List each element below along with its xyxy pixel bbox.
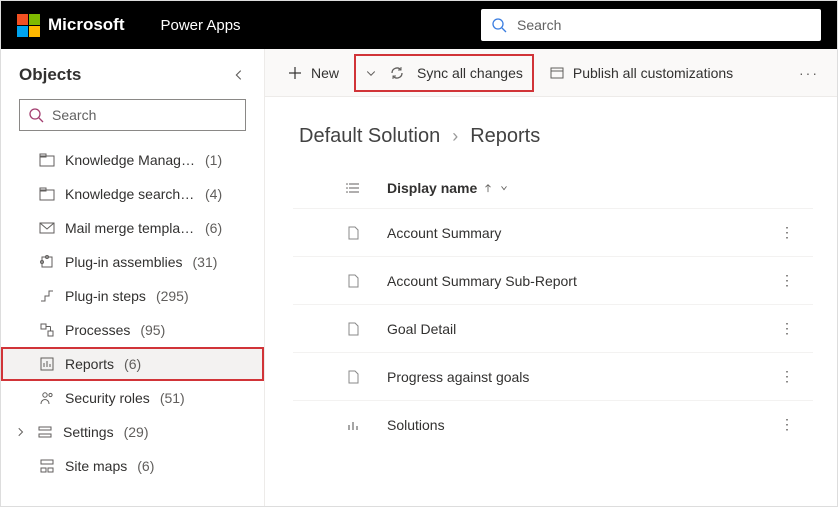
process-icon bbox=[39, 322, 55, 338]
search-placeholder: Search bbox=[52, 107, 96, 123]
chevron-right-icon bbox=[15, 426, 27, 438]
file-icon bbox=[345, 273, 361, 289]
row-more-icon[interactable]: ⋮ bbox=[762, 368, 813, 385]
app-label: Power Apps bbox=[161, 17, 241, 34]
table-row[interactable]: Goal Detail ⋮ bbox=[293, 304, 813, 352]
publish-icon bbox=[549, 65, 565, 81]
sidebar-title: Objects bbox=[19, 65, 81, 85]
sync-all-changes-button[interactable]: Sync all changes bbox=[355, 55, 533, 91]
puzzle-icon bbox=[39, 254, 55, 270]
sidebar-item-plugin-assemblies[interactable]: Plug-in assemblies(31) bbox=[1, 245, 264, 279]
collapse-icon[interactable] bbox=[232, 68, 246, 82]
sidebar-item-processes[interactable]: Processes(95) bbox=[1, 313, 264, 347]
steps-icon bbox=[39, 288, 55, 304]
sidebar-item-plugin-steps[interactable]: Plug-in steps(295) bbox=[1, 279, 264, 313]
new-button[interactable]: New bbox=[277, 55, 349, 91]
sidebar: Objects Search Knowledge Manage…(1) Know… bbox=[1, 49, 265, 506]
sidebar-item-security-roles[interactable]: Security roles(51) bbox=[1, 381, 264, 415]
row-more-icon[interactable]: ⋮ bbox=[762, 224, 813, 241]
breadcrumb: Default Solution › Reports bbox=[293, 125, 813, 148]
brand-label: Microsoft bbox=[48, 15, 125, 35]
table-row[interactable]: Solutions ⋮ bbox=[293, 400, 813, 448]
chart-icon bbox=[345, 417, 361, 433]
sync-icon bbox=[389, 65, 405, 81]
plus-icon bbox=[287, 65, 303, 81]
content-area: Default Solution › Reports Display name … bbox=[265, 97, 837, 506]
sidebar-item-site-maps[interactable]: Site maps(6) bbox=[1, 449, 264, 483]
sidebar-item-settings[interactable]: Settings(29) bbox=[1, 415, 264, 449]
table-row[interactable]: Account Summary ⋮ bbox=[293, 208, 813, 256]
global-search-input[interactable]: Search bbox=[481, 9, 821, 41]
chevron-down-icon bbox=[365, 67, 377, 79]
table-row[interactable]: Account Summary Sub-Report ⋮ bbox=[293, 256, 813, 304]
sitemap-icon bbox=[39, 458, 55, 474]
file-icon bbox=[345, 369, 361, 385]
publish-all-button[interactable]: Publish all customizations bbox=[539, 55, 743, 91]
settings-icon bbox=[37, 424, 53, 440]
search-icon bbox=[28, 107, 44, 123]
list-icon[interactable] bbox=[345, 180, 361, 196]
folder-icon bbox=[39, 186, 55, 202]
sidebar-item-mail-merge[interactable]: Mail merge templates(6) bbox=[1, 211, 264, 245]
objects-tree: Knowledge Manage…(1) Knowledge search fi… bbox=[1, 143, 264, 506]
row-more-icon[interactable]: ⋮ bbox=[762, 416, 813, 433]
breadcrumb-leaf: Reports bbox=[470, 125, 540, 148]
breadcrumb-root[interactable]: Default Solution bbox=[299, 125, 440, 148]
table-row[interactable]: Progress against goals ⋮ bbox=[293, 352, 813, 400]
column-display-name[interactable]: Display name bbox=[387, 180, 509, 196]
chevron-down-icon bbox=[499, 183, 509, 193]
sort-ascending-icon bbox=[483, 183, 493, 193]
command-bar: New Sync all changes Publish all customi… bbox=[265, 49, 837, 97]
sidebar-item-knowledge-manage[interactable]: Knowledge Manage…(1) bbox=[1, 143, 264, 177]
sidebar-item-knowledge-search[interactable]: Knowledge search fil…(4) bbox=[1, 177, 264, 211]
mail-icon bbox=[39, 220, 55, 236]
sidebar-item-reports[interactable]: Reports(6) bbox=[1, 347, 264, 381]
title-bar: Microsoft Power Apps Search bbox=[1, 1, 837, 49]
search-icon bbox=[491, 17, 507, 33]
folder-icon bbox=[39, 152, 55, 168]
ms-logo-icon bbox=[17, 14, 40, 37]
table-header: Display name bbox=[293, 168, 813, 208]
file-icon bbox=[345, 225, 361, 241]
file-icon bbox=[345, 321, 361, 337]
search-placeholder: Search bbox=[517, 17, 561, 33]
chevron-right-icon: › bbox=[452, 126, 458, 147]
people-icon bbox=[39, 390, 55, 406]
report-icon bbox=[39, 356, 55, 372]
row-more-icon[interactable]: ⋮ bbox=[762, 320, 813, 337]
overflow-button[interactable]: ··· bbox=[793, 55, 825, 91]
row-more-icon[interactable]: ⋮ bbox=[762, 272, 813, 289]
objects-search-input[interactable]: Search bbox=[19, 99, 246, 131]
main-area: New Sync all changes Publish all customi… bbox=[265, 49, 837, 506]
